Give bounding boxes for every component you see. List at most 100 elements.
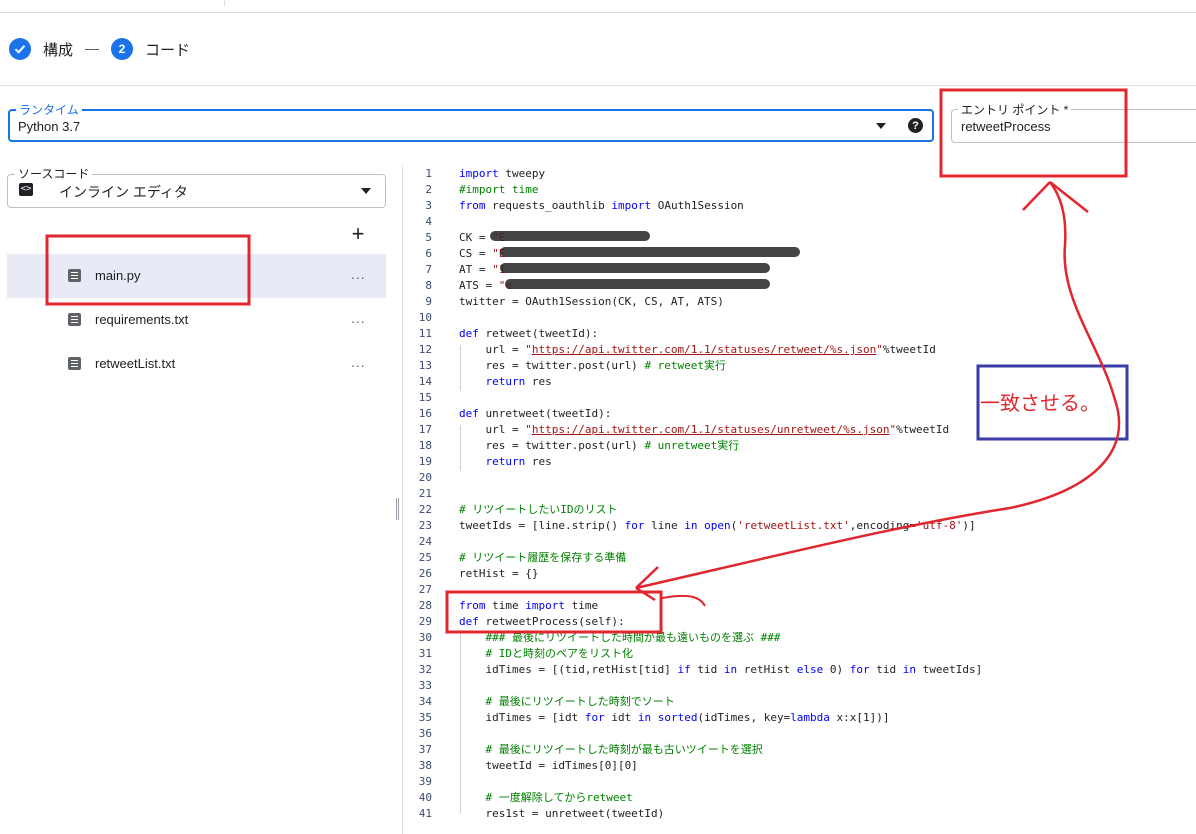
line-text[interactable]: return res	[459, 454, 552, 470]
step-1-label[interactable]: 構成	[43, 39, 73, 60]
line-text[interactable]: CS = "E	[459, 246, 505, 262]
line-text[interactable]: res1st = unretweet(tweetId)	[459, 806, 664, 822]
file-more-menu-icon[interactable]: ...	[351, 266, 366, 282]
line-text[interactable]: idTimes = [(tid,retHist[tid] if tid in r…	[459, 662, 982, 678]
runtime-help-icon[interactable]: ?	[908, 118, 923, 133]
line-text[interactable]: tweetId = idTimes[0][0]	[459, 758, 637, 774]
annotation-text: 一致させる。	[980, 391, 1100, 415]
file-icon	[68, 357, 81, 370]
step-2-label[interactable]: コード	[145, 39, 190, 60]
line-text[interactable]: def unretweet(tweetId):	[459, 406, 611, 422]
line-text[interactable]: import tweepy	[459, 166, 545, 182]
line-text[interactable]: def retweet(tweetId):	[459, 326, 598, 342]
line-number: 10	[418, 311, 432, 324]
line-text[interactable]: tweetIds = [line.strip() for line in ope…	[459, 518, 976, 534]
source-code-label: ソースコード	[15, 165, 93, 182]
line-number: 33	[418, 679, 432, 692]
line-number: 20	[418, 471, 432, 484]
line-text[interactable]: ### 最後にリツイートした時間が最も遠いものを選ぶ ###	[459, 630, 781, 646]
line-text[interactable]: #import time	[459, 182, 538, 198]
line-number: 23	[418, 519, 432, 532]
line-text[interactable]: retHist = {}	[459, 566, 538, 582]
arrowhead	[635, 566, 659, 602]
line-text[interactable]: # 一度解除してからretweet	[459, 790, 633, 806]
runtime-label: ランタイム	[16, 101, 82, 118]
line-number: 5	[425, 231, 432, 244]
line-number: 16	[418, 407, 432, 420]
panel-divider	[402, 166, 403, 834]
line-text[interactable]: # IDと時刻のペアをリスト化	[459, 646, 634, 662]
file-item-requirements-txt[interactable]: requirements.txt ...	[7, 298, 386, 342]
step-complete-check-icon[interactable]	[9, 38, 31, 60]
divider	[0, 85, 1196, 86]
redacted-scribble	[490, 231, 650, 241]
step-2-number[interactable]: 2	[111, 38, 134, 60]
runtime-value: Python 3.7	[18, 119, 81, 134]
line-number: 26	[418, 567, 432, 580]
source-code-value: インライン エディタ	[59, 184, 188, 200]
line-number: 13	[418, 359, 432, 372]
add-file-button[interactable]: +	[349, 223, 367, 245]
step-connector	[85, 48, 100, 50]
line-text[interactable]: url = "https://api.twitter.com/1.1/statu…	[459, 342, 935, 358]
line-number: 35	[418, 711, 432, 724]
line-number: 2	[425, 183, 432, 196]
line-text[interactable]: # 最後にリツイートした時刻でソート	[459, 694, 675, 710]
line-text[interactable]: twitter = OAuth1Session(CK, CS, AT, ATS)	[459, 294, 724, 310]
line-text[interactable]: url = "https://api.twitter.com/1.1/statu…	[459, 422, 949, 438]
line-number: 39	[418, 775, 432, 788]
line-number: 4	[425, 215, 432, 228]
line-text[interactable]: res = twitter.post(url) # retweet実行	[459, 358, 726, 374]
line-number: 24	[418, 535, 432, 548]
line-text[interactable]: AT = "1	[459, 262, 505, 278]
line-number: 27	[418, 583, 432, 596]
file-more-menu-icon[interactable]: ...	[351, 310, 366, 326]
line-number: 1	[425, 167, 432, 180]
line-number: 34	[418, 695, 432, 708]
line-text[interactable]: # リツイートしたいIDのリスト	[459, 502, 618, 518]
line-number: 41	[418, 807, 432, 820]
line-text[interactable]: # リツイート履歴を保存する準備	[459, 550, 626, 566]
line-number: 7	[425, 263, 432, 276]
resize-handle[interactable]	[396, 498, 399, 520]
line-number: 30	[418, 631, 432, 644]
line-number: 12	[418, 343, 432, 356]
line-number: 3	[425, 199, 432, 212]
line-number: 29	[418, 615, 432, 628]
runtime-dropdown-caret-icon[interactable]	[876, 123, 886, 129]
source-dropdown-caret-icon[interactable]	[361, 188, 371, 194]
line-number: 11	[418, 327, 432, 340]
line-number: 28	[418, 599, 432, 612]
file-icon	[68, 313, 81, 326]
line-text[interactable]: from time import time	[459, 598, 598, 614]
top-bar	[0, 0, 1196, 13]
line-text[interactable]: from requests_oauthlib import OAuth1Sess…	[459, 198, 744, 214]
line-number: 15	[418, 391, 432, 404]
line-text[interactable]: return res	[459, 374, 552, 390]
redacted-scribble	[500, 263, 770, 273]
entry-point-value[interactable]: retweetProcess	[961, 119, 1051, 134]
entry-point-field[interactable]: エントリ ポイント * retweetProcess	[951, 101, 1196, 143]
line-text[interactable]: idTimes = [idt for idt in sorted(idTimes…	[459, 710, 889, 726]
file-item-main-py[interactable]: main.py ...	[7, 254, 386, 298]
line-number: 18	[418, 439, 432, 452]
line-number: 9	[425, 295, 432, 308]
line-text[interactable]: res = twitter.post(url) # unretweet実行	[459, 438, 739, 454]
redacted-scribble	[505, 279, 770, 289]
line-number: 36	[418, 727, 432, 740]
line-number: 31	[418, 647, 432, 660]
file-name: retweetList.txt	[95, 356, 176, 371]
line-number: 32	[418, 663, 432, 676]
arrowhead	[1022, 181, 1089, 213]
line-text[interactable]: # 最後にリツイートした時刻が最も古いツイートを選択	[459, 742, 763, 758]
line-number: 40	[418, 791, 432, 804]
runtime-select[interactable]: ランタイム Python 3.7 ?	[8, 101, 934, 142]
file-more-menu-icon[interactable]: ...	[351, 354, 366, 370]
stepper: 構成 2 コード	[9, 36, 190, 62]
file-name: requirements.txt	[95, 312, 189, 327]
line-text[interactable]: def retweetProcess(self):	[459, 614, 625, 630]
file-item-retweetlist-txt[interactable]: retweetList.txt ...	[7, 342, 386, 386]
line-number: 19	[418, 455, 432, 468]
line-text[interactable]: ATS = "e	[459, 278, 512, 294]
source-code-select[interactable]: ソースコード <> インライン エディタ	[7, 165, 386, 208]
